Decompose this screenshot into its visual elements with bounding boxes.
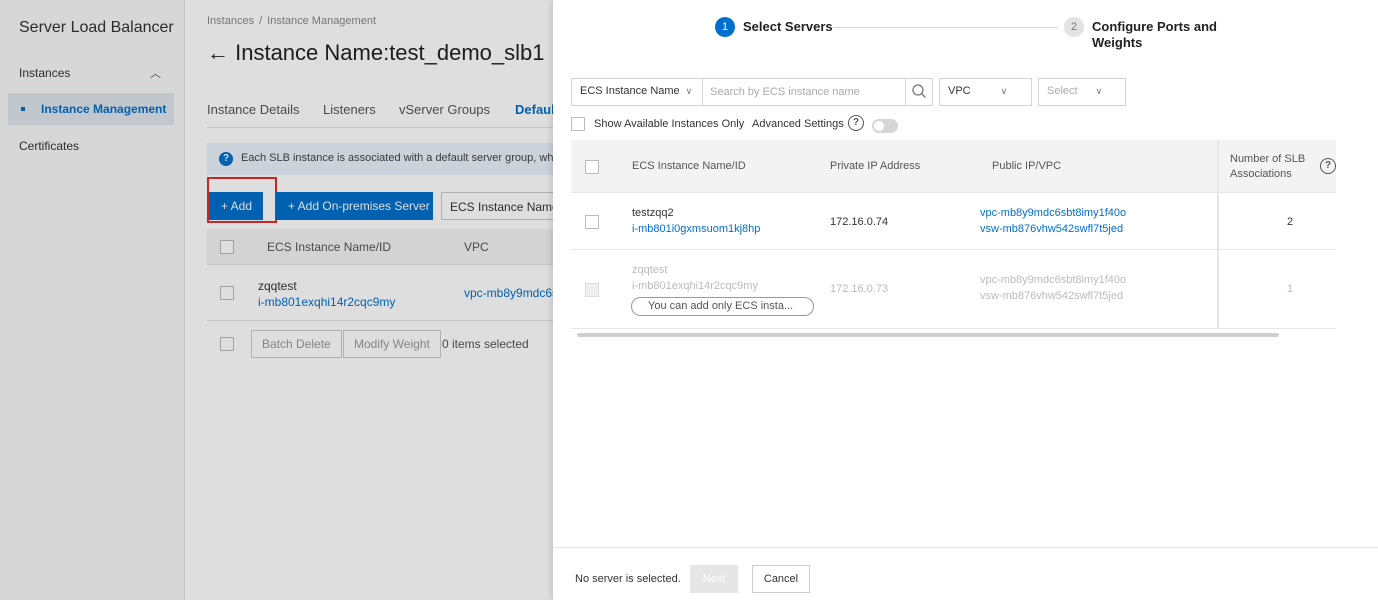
instance-name-cell: testzqq2 i-mb801i0gxmsuom1kj8hp: [632, 205, 760, 237]
options-row: Show Available Instances Only Advanced S…: [571, 114, 971, 134]
modal-overlay[interactable]: [0, 0, 553, 600]
vswitch-select[interactable]: Select ∨: [1038, 78, 1126, 106]
chevron-down-icon: ∨: [1095, 86, 1103, 96]
public-ip-vpc-cell: vpc-mb8y9mdc6sbt8imy1f40o vsw-mb876vhw54…: [980, 272, 1126, 304]
horizontal-scrollbar[interactable]: [577, 333, 1279, 337]
vswitch-link[interactable]: vsw-mb876vhw542swfl7t5jed: [980, 221, 1126, 237]
instance-name: testzqq2: [632, 207, 674, 219]
column-header-public-ip-vpc: Public IP/VPC: [992, 160, 1062, 172]
chevron-down-icon: ∨: [685, 86, 693, 96]
public-ip-vpc-cell: vpc-mb8y9mdc6sbt8imy1f40o vsw-mb876vhw54…: [980, 205, 1126, 237]
search-type-label: ECS Instance Name: [580, 85, 680, 97]
instance-id-link[interactable]: i-mb801i0gxmsuom1kj8hp: [632, 221, 760, 237]
instance-id: i-mb801exqhi14r2cqc9my: [632, 280, 758, 292]
step-2-indicator: 2: [1064, 17, 1084, 37]
show-available-label: Show Available Instances Only: [594, 118, 745, 130]
private-ip: 172.16.0.74: [830, 216, 889, 228]
fixed-column-divider: [1217, 140, 1336, 329]
search-input[interactable]: Search by ECS instance name: [702, 78, 906, 106]
vpc-select-label: VPC: [948, 85, 971, 97]
search-icon: [912, 84, 926, 98]
selection-status: No server is selected.: [575, 573, 681, 585]
row-checkbox-disabled: [585, 283, 599, 297]
help-icon[interactable]: ?: [848, 115, 864, 131]
step-2-label: Configure Ports and Weights: [1092, 19, 1217, 50]
advanced-settings-label: Advanced Settings: [752, 118, 844, 130]
vpc-link[interactable]: vpc-mb8y9mdc6sbt8imy1f40o: [980, 205, 1126, 221]
step-1-label: Select Servers: [743, 19, 833, 34]
search-type-select[interactable]: ECS Instance Name ∨: [571, 78, 703, 106]
chevron-down-icon: ∨: [1000, 86, 1008, 96]
row-checkbox[interactable]: [585, 215, 599, 229]
search-button[interactable]: [905, 78, 933, 106]
private-ip: 172.16.0.73: [830, 283, 889, 295]
next-button[interactable]: Next: [690, 565, 738, 593]
cancel-button[interactable]: Cancel: [752, 565, 810, 593]
vpc-select[interactable]: VPC ∨: [939, 78, 1032, 106]
vpc-text: vpc-mb8y9mdc6sbt8imy1f40o: [980, 274, 1127, 286]
step-1-indicator: 1: [715, 17, 735, 37]
column-header-private-ip: Private IP Address: [830, 160, 921, 172]
step-connector: [833, 27, 1058, 28]
select-all-checkbox[interactable]: [585, 160, 599, 174]
instance-name: zqqtest: [632, 264, 668, 276]
search-placeholder: Search by ECS instance name: [710, 86, 860, 98]
vswitch-text: vsw-mb876vhw542swfl7t5jed: [980, 290, 1124, 302]
show-available-checkbox[interactable]: [571, 117, 585, 131]
add-servers-drawer: 1 Select Servers 2 Configure Ports and W…: [553, 0, 1378, 600]
toggle-knob: [874, 121, 884, 131]
instance-name-cell: zqqtest i-mb801exqhi14r2cqc9my: [632, 262, 758, 294]
vswitch-select-placeholder: Select: [1047, 85, 1078, 97]
advanced-settings-toggle[interactable]: [872, 119, 898, 133]
disabled-reason-tooltip[interactable]: You can add only ECS insta...: [631, 297, 814, 316]
column-header-name: ECS Instance Name/ID: [632, 160, 746, 172]
drawer-footer: No server is selected. Next Cancel: [553, 547, 1378, 600]
